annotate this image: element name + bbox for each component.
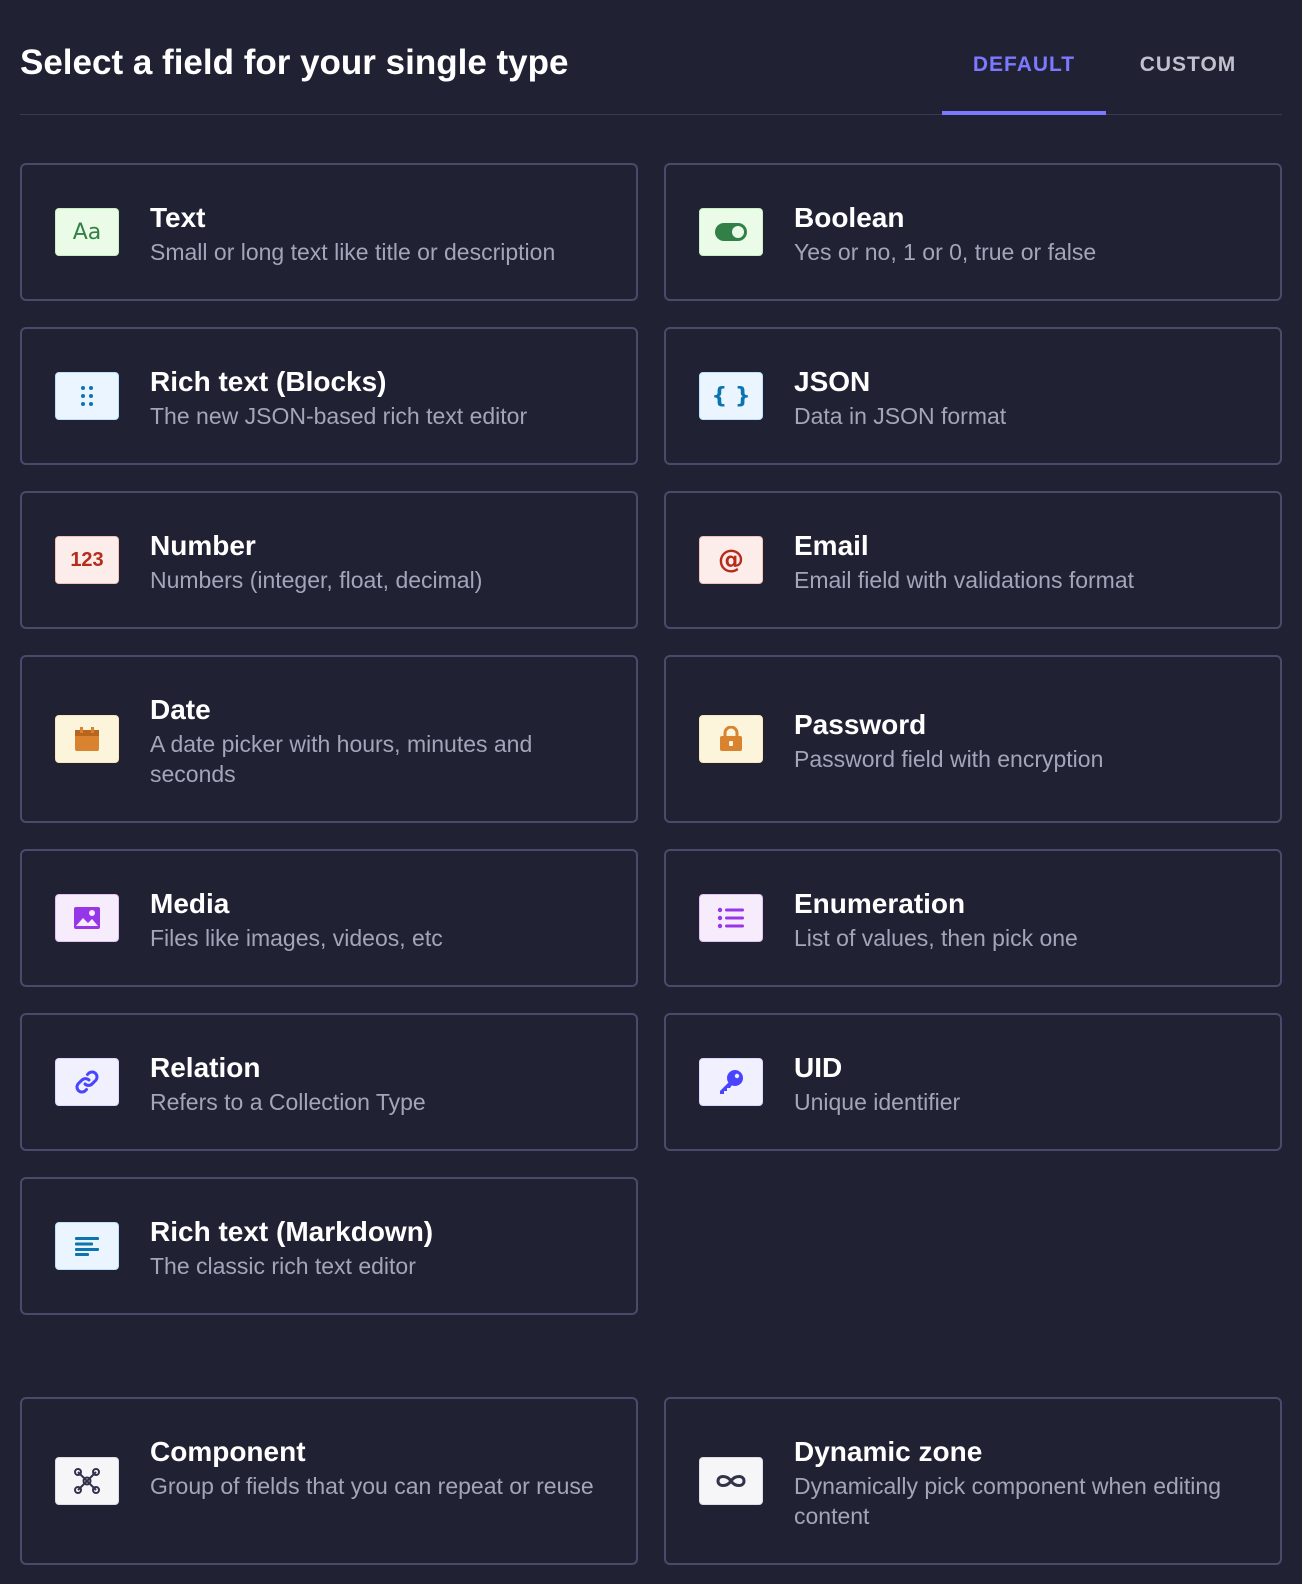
paragraph-icon xyxy=(55,1222,119,1270)
number-icon: 123 xyxy=(55,536,119,584)
field-description: Unique identifier xyxy=(794,1089,961,1115)
key-icon xyxy=(699,1058,763,1106)
page-title: Select a field for your single type xyxy=(20,43,569,82)
field-option-boolean[interactable]: Boolean Yes or no, 1 or 0, true or false xyxy=(664,163,1282,301)
field-name: Text xyxy=(150,202,206,233)
field-description: A date picker with hours, minutes and se… xyxy=(150,731,533,787)
field-option-relation[interactable]: Relation Refers to a Collection Type xyxy=(20,1013,638,1151)
field-description: The new JSON-based rich text editor xyxy=(150,403,528,429)
field-name: Component xyxy=(150,1436,306,1467)
number-glyph: 123 xyxy=(70,548,104,571)
field-option-date[interactable]: Date A date picker with hours, minutes a… xyxy=(20,655,638,823)
field-description: Dynamically pick component when editing … xyxy=(794,1473,1221,1529)
field-name: UID xyxy=(794,1052,843,1083)
field-description: Refers to a Collection Type xyxy=(150,1089,426,1115)
field-name: JSON xyxy=(794,366,871,397)
field-option-media[interactable]: Media Files like images, videos, etc xyxy=(20,849,638,987)
field-option-dynamic-zone[interactable]: Dynamic zone Dynamically pick component … xyxy=(664,1397,1282,1565)
drag-dots-icon xyxy=(55,372,119,420)
tab-default[interactable]: DEFAULT xyxy=(942,0,1106,115)
field-name: Relation xyxy=(150,1052,261,1083)
field-name: Rich text (Markdown) xyxy=(150,1216,434,1247)
field-description: Small or long text like title or descrip… xyxy=(150,239,556,265)
lock-icon xyxy=(699,715,763,763)
field-name: Email xyxy=(794,530,869,561)
field-option-number[interactable]: 123 Number Numbers (integer, float, deci… xyxy=(20,491,638,629)
field-description: Files like images, videos, etc xyxy=(150,925,443,951)
toggle-icon xyxy=(699,208,763,256)
field-name: Password xyxy=(794,709,927,740)
field-description: Numbers (integer, float, decimal) xyxy=(150,567,483,593)
modal-header: Select a field for your single type DEFA… xyxy=(20,0,1282,115)
field-name: Boolean xyxy=(794,202,905,233)
field-description: List of values, then pick one xyxy=(794,925,1078,951)
field-name: Enumeration xyxy=(794,888,966,919)
field-description: Password field with encryption xyxy=(794,746,1104,772)
component-icon xyxy=(55,1457,119,1505)
image-icon xyxy=(55,894,119,942)
field-name: Date xyxy=(150,694,211,725)
field-option-json[interactable]: { } JSON Data in JSON format xyxy=(664,327,1282,465)
field-option-rich-text-blocks[interactable]: Rich text (Blocks) The new JSON-based ri… xyxy=(20,327,638,465)
text-aa-icon: Aa xyxy=(55,208,119,256)
text-aa-glyph: Aa xyxy=(72,219,102,245)
tab-custom[interactable]: CUSTOM xyxy=(1106,0,1270,114)
field-option-rich-text-markdown[interactable]: Rich text (Markdown) The classic rich te… xyxy=(20,1177,638,1315)
at-sign-glyph: @ xyxy=(718,545,744,575)
field-name: Rich text (Blocks) xyxy=(150,366,387,397)
field-name: Media xyxy=(150,888,230,919)
field-option-enumeration[interactable]: Enumeration List of values, then pick on… xyxy=(664,849,1282,987)
curly-braces-icon: { } xyxy=(699,372,763,420)
field-option-text[interactable]: Aa Text Small or long text like title or… xyxy=(20,163,638,301)
field-description: Email field with validations format xyxy=(794,567,1135,593)
tab-list: DEFAULT CUSTOM xyxy=(942,0,1270,115)
field-description: The classic rich text editor xyxy=(150,1253,416,1279)
field-name: Dynamic zone xyxy=(794,1436,983,1467)
calendar-icon xyxy=(55,715,119,763)
field-description: Data in JSON format xyxy=(794,403,1007,429)
field-name: Number xyxy=(150,530,256,561)
field-description: Group of fields that you can repeat or r… xyxy=(150,1473,594,1499)
at-sign-icon: @ xyxy=(699,536,763,584)
bullet-list-icon xyxy=(699,894,763,942)
field-option-component[interactable]: Component Group of fields that you can r… xyxy=(20,1397,638,1565)
field-option-email[interactable]: @ Email Email field with validations for… xyxy=(664,491,1282,629)
link-icon xyxy=(55,1058,119,1106)
curly-braces-glyph: { } xyxy=(711,383,751,409)
field-description: Yes or no, 1 or 0, true or false xyxy=(794,239,1097,265)
field-option-uid[interactable]: UID Unique identifier xyxy=(664,1013,1282,1151)
infinity-icon xyxy=(699,1457,763,1505)
field-option-password[interactable]: Password Password field with encryption xyxy=(664,655,1282,823)
